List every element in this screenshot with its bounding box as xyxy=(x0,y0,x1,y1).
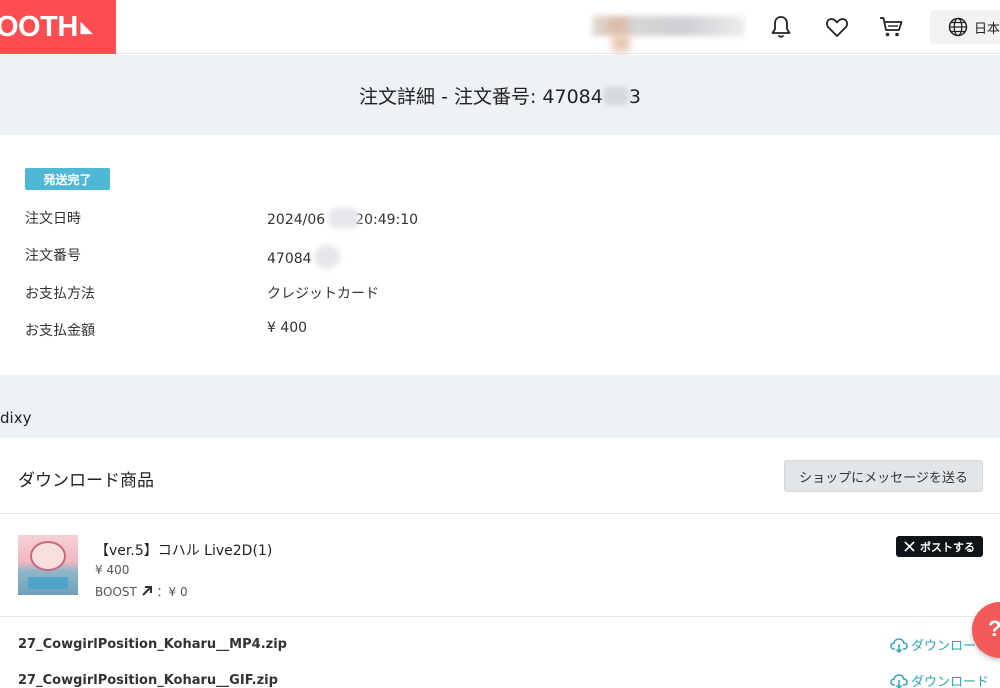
download-link[interactable]: ダウンロード xyxy=(890,671,989,688)
payment-method-value: クレジットカード xyxy=(267,286,379,302)
payment-amount-label: お支払金額 xyxy=(25,323,95,339)
cart-icon[interactable] xyxy=(878,14,904,40)
order-date-value: 2024/06 20:49:10 xyxy=(267,208,418,228)
download-file-row: 27_CowgirlPosition_Koharu__GIF.zip ダウンロー… xyxy=(0,663,1000,688)
download-section-title: ダウンロード商品 xyxy=(18,471,154,491)
globe-icon xyxy=(948,17,968,37)
payment-method-label: お支払方法 xyxy=(25,286,95,302)
order-number-value: 47084 xyxy=(267,245,340,269)
order-date-label: 注文日時 xyxy=(25,211,81,227)
order-info: 発送完了 注文日時 2024/06 20:49:10 注文番号 47084 お支払… xyxy=(0,135,1000,375)
file-name: 27_CowgirlPosition_Koharu__MP4.zip xyxy=(18,637,287,652)
download-link-label: ダウンロード xyxy=(911,675,990,688)
page-title-text: 注文詳細 - 注文番号: 47084 xyxy=(359,85,603,108)
boost-value: ：¥ 0 xyxy=(156,585,188,599)
page-title-suffix: 3 xyxy=(628,85,641,108)
logo-mark-icon: ◣ xyxy=(80,19,93,36)
thumbnail-character xyxy=(30,541,66,571)
x-post-button[interactable]: ポストする xyxy=(896,536,983,557)
order-date-part: 2024/06 xyxy=(267,212,326,228)
download-section-header: ダウンロード商品 ショップにメッセージを送る xyxy=(0,438,1000,514)
order-time-part: 20:49:10 xyxy=(355,212,419,228)
status-badge: 発送完了 xyxy=(25,168,110,190)
shop-name[interactable]: dixy xyxy=(0,409,31,427)
file-name: 27_CowgirlPosition_Koharu__GIF.zip xyxy=(18,673,278,688)
logo-text: OOTH xyxy=(0,11,78,43)
user-avatar-redacted[interactable] xyxy=(612,34,630,52)
item-name[interactable]: 【ver.5】コハル Live2D(1) xyxy=(95,540,272,560)
purchased-item: 【ver.5】コハル Live2D(1) ¥ 400 BOOST ：¥ 0 ポス… xyxy=(0,515,1000,617)
user-name-redacted[interactable] xyxy=(592,16,744,36)
payment-amount-value: ¥ 400 xyxy=(267,320,308,336)
cloud-download-icon xyxy=(890,673,908,688)
redacted-order-digits xyxy=(602,86,629,105)
order-number-part: 47084 xyxy=(267,251,312,267)
top-bar: OOTH ◣ 日本 xyxy=(0,0,1000,54)
x-post-label: ポストする xyxy=(920,540,975,554)
page-title: 注文詳細 - 注文番号: 47084 3 xyxy=(359,82,641,109)
download-file-row: 27_CowgirlPosition_Koharu__MP4.zip ダウンロー… xyxy=(0,627,1000,663)
help-icon: ? xyxy=(988,616,1000,642)
page-title-band: 注文詳細 - 注文番号: 47084 3 xyxy=(0,55,1000,135)
shop-band: dixy xyxy=(0,375,1000,438)
boost-arrow-icon xyxy=(141,586,152,596)
booth-logo[interactable]: OOTH ◣ xyxy=(0,0,116,54)
message-shop-button[interactable]: ショップにメッセージを送る xyxy=(784,460,983,492)
thumbnail-banner xyxy=(28,577,68,589)
language-label: 日本 xyxy=(974,21,1000,37)
order-number-label: 注文番号 xyxy=(25,248,81,264)
x-logo-icon xyxy=(904,541,915,552)
boost-label: BOOST xyxy=(95,585,137,599)
redacted-date xyxy=(329,208,360,228)
heart-icon[interactable] xyxy=(824,14,850,40)
item-thumbnail[interactable] xyxy=(18,535,78,595)
bell-icon[interactable] xyxy=(768,14,794,40)
language-selector[interactable]: 日本 xyxy=(930,10,1000,44)
cloud-download-icon xyxy=(890,637,908,653)
item-boost: BOOST ：¥ 0 xyxy=(95,583,188,600)
redacted-number xyxy=(313,245,340,269)
item-price: ¥ 400 xyxy=(95,563,130,577)
